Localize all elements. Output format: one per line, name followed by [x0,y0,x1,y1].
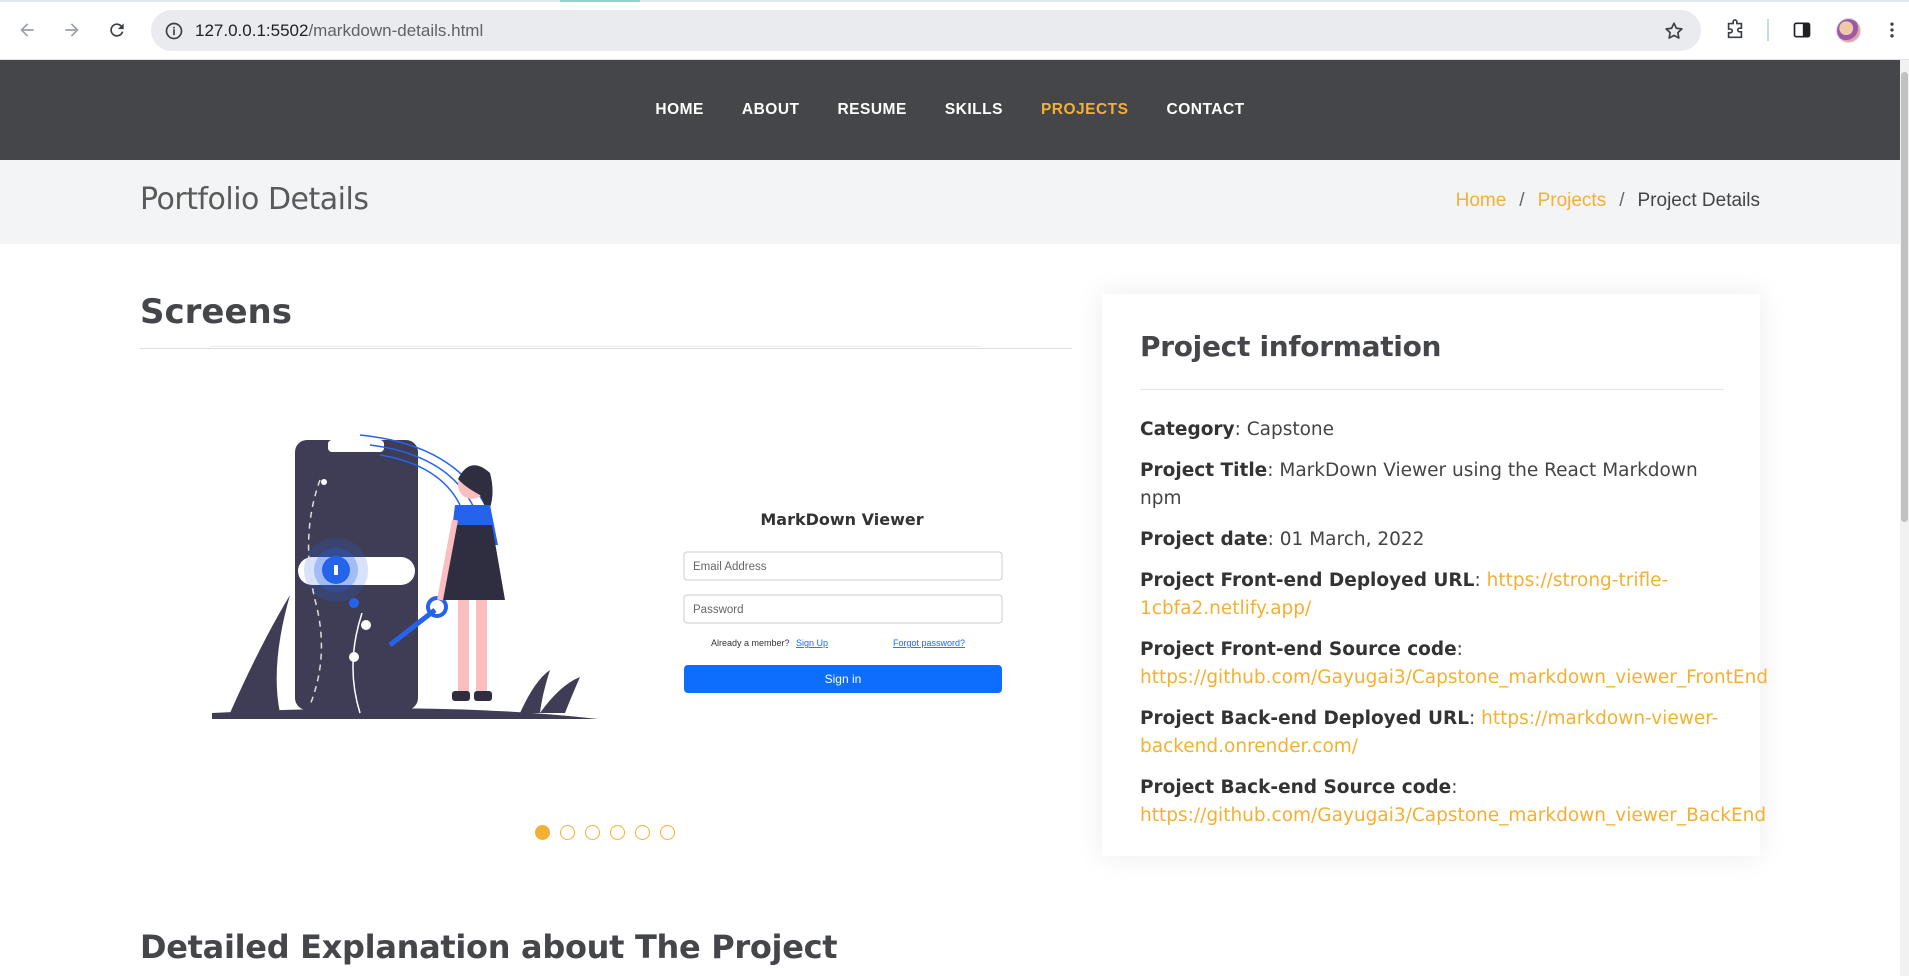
info-label: Category [1140,419,1235,440]
screens-divider [140,348,1072,349]
login-screen-illustration: MarkDown Viewer Email Address Password A… [212,434,1003,719]
project-info-list: Category: Capstone Project Title: MarkDow… [1140,416,1769,843]
carousel-dot[interactable] [635,825,650,840]
dot-decoration [321,479,327,485]
breadcrumb-separator: / [1619,190,1625,211]
page-scrollbar[interactable] [1900,60,1909,976]
toolbar-divider [1767,19,1769,41]
person-leg [476,600,487,695]
person-shoe [474,691,492,701]
info-label: Project Title [1140,460,1268,481]
main-navigation: HOME ABOUT RESUME SKILLS PROJECTS CONTACT [0,60,1900,160]
keyhole-slot [334,565,338,575]
person-shoe [452,691,470,701]
site-header: HOME ABOUT RESUME SKILLS PROJECTS CONTACT [0,60,1900,160]
info-label: Project Front-end Deployed URL [1140,570,1475,591]
profile-avatar[interactable] [1836,18,1861,43]
info-link[interactable]: https://github.com/Gayugai3/Capstone_mar… [1140,805,1766,826]
browser-toolbar: 127.0.0.1:5502/markdown-details.html [0,0,1909,60]
nav-about[interactable]: ABOUT [742,101,800,119]
screens-divider-accent [210,346,980,347]
site-info-icon[interactable] [164,21,184,41]
info-link[interactable]: https://github.com/Gayugai3/Capstone_mar… [1140,667,1768,688]
breadcrumb: Home / Projects / Project Details [1456,190,1760,212]
page-title: Portfolio Details [140,182,369,217]
project-info-row: Project Front-end Source code: https://g… [1140,639,1769,688]
dot-decoration [349,598,359,608]
project-info-row: Category: Capstone [1140,419,1335,440]
tab-strip-edge [0,0,1909,2]
side-panel-icon[interactable] [1786,14,1818,46]
address-bar[interactable]: 127.0.0.1:5502/markdown-details.html [151,10,1701,51]
info-value: 01 March, 2022 [1279,529,1425,550]
project-info-row: Project Back-end Source code: https://gi… [1140,777,1767,826]
person-leg [458,600,469,695]
bookmark-star-icon[interactable] [1663,20,1685,42]
nav-projects[interactable]: PROJECTS [1041,101,1129,119]
dot-decoration [361,620,371,630]
screenshot-slide[interactable]: MarkDown Viewer Email Address Password A… [140,395,1072,775]
breadcrumb-current: Project Details [1637,190,1761,211]
carousel-dot[interactable] [535,825,550,840]
signup-link: Sign Up [796,638,828,648]
screens-heading: Screens [140,292,292,332]
info-label: Project Back-end Source code [1140,777,1452,798]
carousel-dot[interactable] [585,825,600,840]
url-path: /markdown-details.html [308,20,484,40]
info-label: Project date [1140,529,1268,550]
scrollbar-thumb[interactable] [1901,72,1908,522]
carousel-dot[interactable] [660,825,675,840]
member-text: Already a member? [711,638,790,648]
extensions-puzzle-icon[interactable] [1719,14,1751,46]
info-value: Capstone [1246,419,1335,440]
project-info-row: Project Back-end Deployed URL: https://m… [1140,708,1719,757]
project-info-row: Project date: 01 March, 2022 [1140,529,1425,550]
nav-resume[interactable]: RESUME [837,101,906,119]
breadcrumb-home-link[interactable]: Home [1456,190,1507,212]
reload-icon [110,23,124,37]
forward-button[interactable] [56,14,88,46]
info-label: Project Back-end Deployed URL [1140,708,1470,729]
carousel-dot[interactable] [610,825,625,840]
back-button[interactable] [11,14,43,46]
password-placeholder: Password [693,604,744,616]
breadcrumb-separator: / [1519,190,1525,211]
info-label: Project Front-end Source code [1140,639,1457,660]
email-placeholder: Email Address [693,561,767,573]
breadcrumb-section: Portfolio Details Home / Projects / Proj… [0,160,1900,244]
project-info-row: Project Front-end Deployed URL: https://… [1140,570,1669,619]
reload-button[interactable] [101,14,133,46]
url-host: 127.0.0.1:5502 [195,20,309,40]
project-info-card: Project information Category: Capstone Pr… [1102,294,1769,856]
forgot-password-link: Forgot password? [893,638,965,648]
kebab-menu-icon[interactable] [1876,14,1908,46]
nav-home[interactable]: HOME [655,101,704,119]
plant-leaf [230,595,290,713]
app-title: MarkDown Viewer [760,510,923,529]
signin-label: Sign in [825,672,862,686]
project-info-title: Project information [1140,330,1442,363]
url-text[interactable]: 127.0.0.1:5502/markdown-details.html [195,21,483,41]
key-ring-icon [426,596,448,618]
breadcrumb-projects-link[interactable]: Projects [1538,190,1607,212]
back-arrow-icon [20,23,34,37]
carousel-pagination [535,825,685,840]
forward-arrow-icon [65,23,79,37]
nav-skills[interactable]: SKILLS [945,101,1003,119]
carousel-dot[interactable] [560,825,575,840]
project-info-row: Project Title: MarkDown Viewer using the… [1140,460,1698,509]
nav-contact[interactable]: CONTACT [1167,101,1245,119]
card-divider [1140,389,1724,390]
detail-heading: Detailed Explanation about The Project [140,928,838,966]
